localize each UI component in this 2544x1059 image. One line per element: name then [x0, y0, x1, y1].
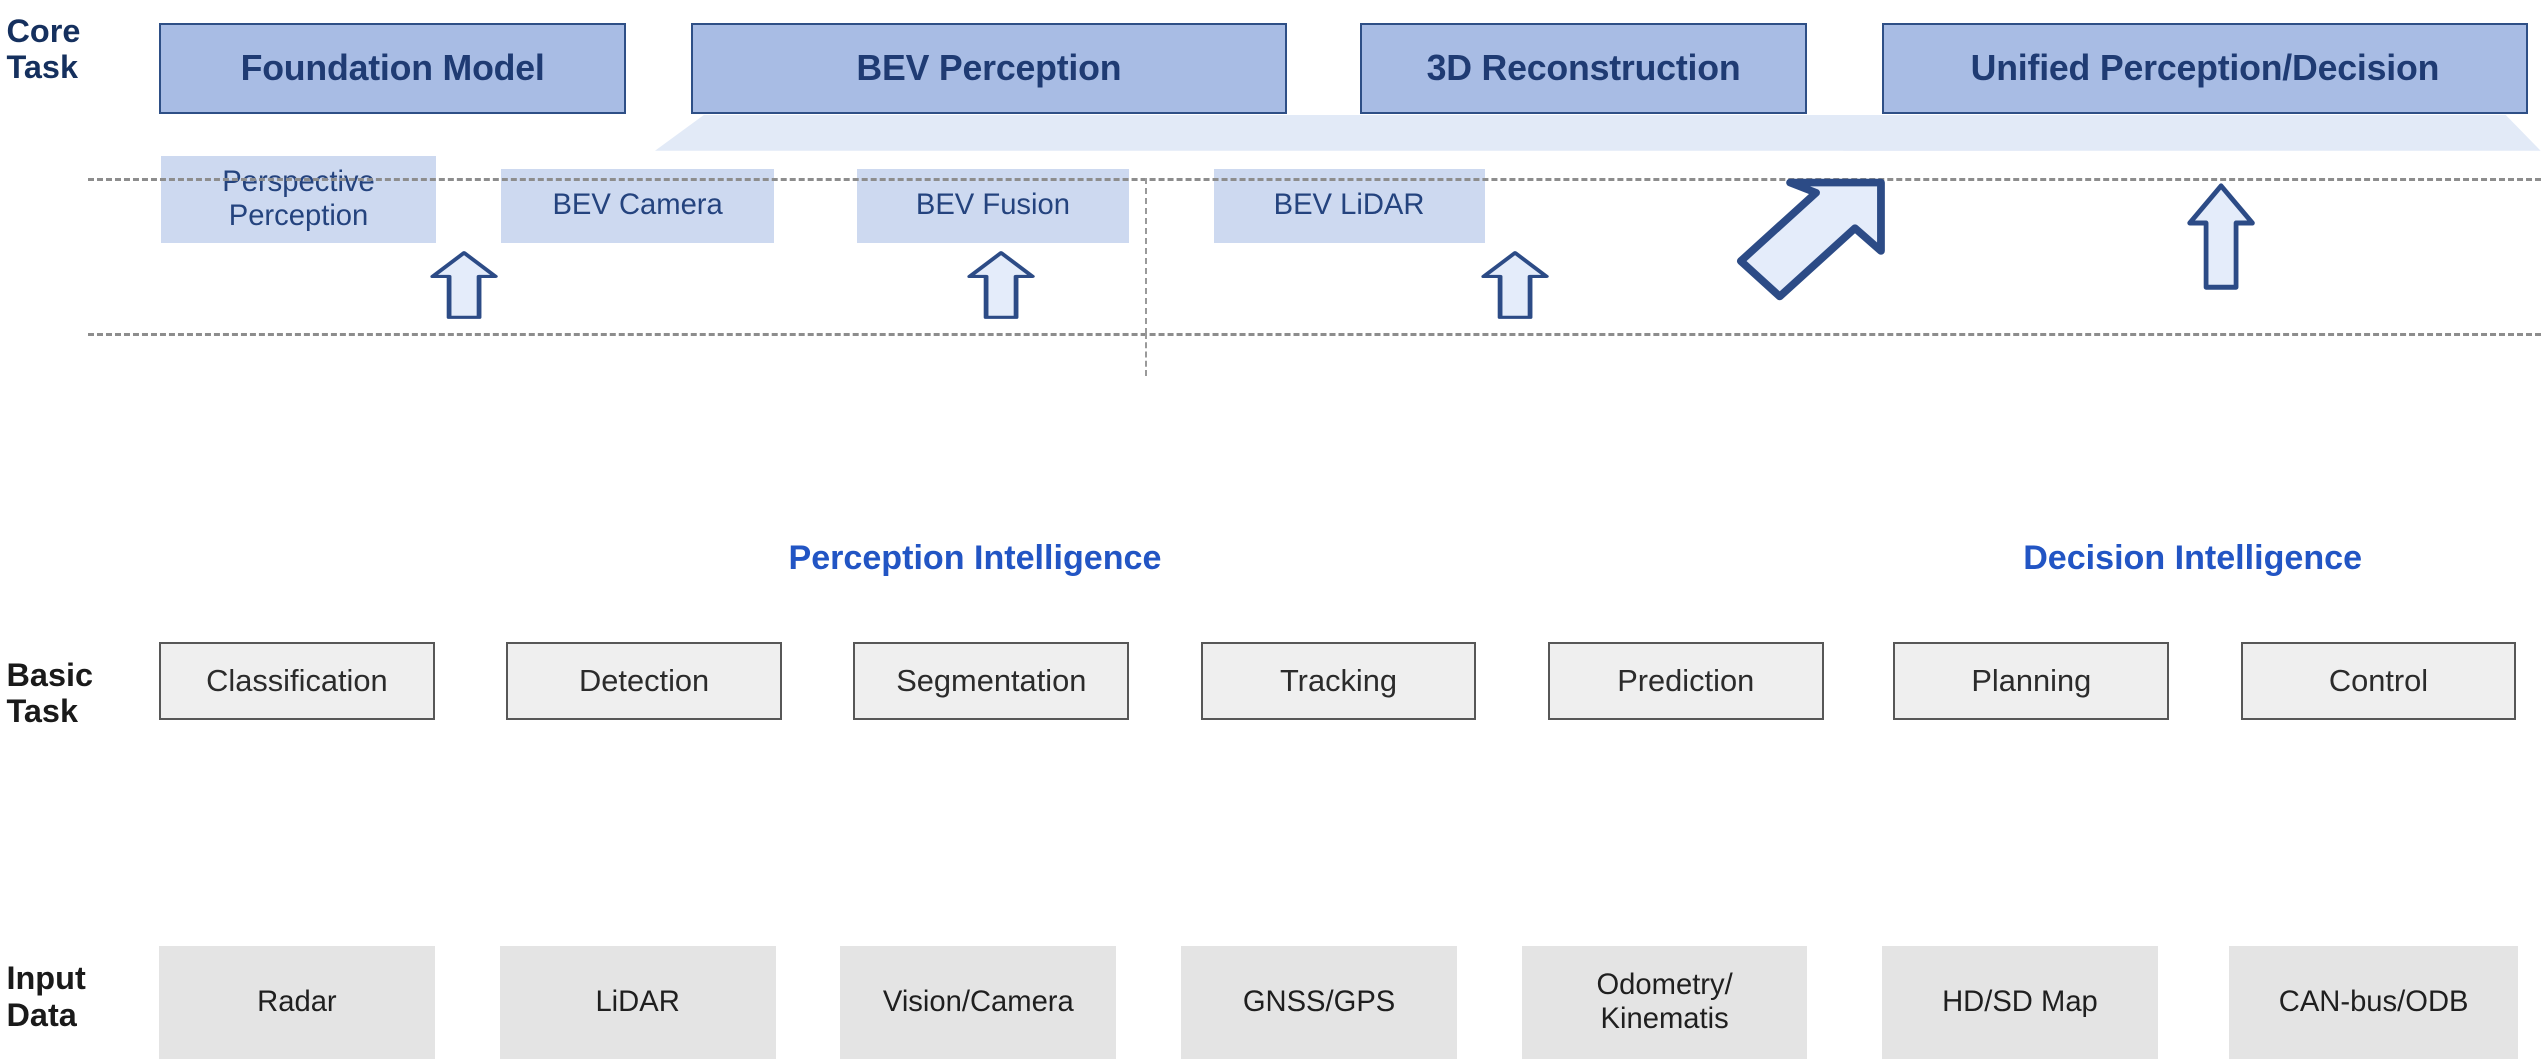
text-line: Perception [228, 199, 369, 232]
core-task-box-3d-reconstruction[interactable]: 3D Reconstruction [1359, 22, 1808, 114]
separator-perception-dashed [87, 178, 2541, 182]
input-data-box-radar[interactable]: Radar [159, 945, 435, 1059]
funnel-bev-perception [655, 115, 2051, 151]
row-label-basic-task: Basic Task [6, 657, 94, 730]
text-line: BEV Fusion [915, 189, 1070, 222]
basic-task-box-classification[interactable]: Classification [159, 642, 435, 721]
input-data-box-hd-sd-map[interactable]: HD/SD Map [1882, 945, 2158, 1059]
label-perception-intelligence: Perception Intelligence [788, 538, 1162, 577]
input-data-box-can-bus-odb[interactable]: CAN-bus/ODB [2229, 945, 2519, 1059]
sub-task-box-perspective-perception[interactable]: Perspective Perception [160, 155, 437, 244]
basic-task-box-detection[interactable]: Detection [506, 642, 783, 721]
arrow-up-decision-icon [2187, 183, 2255, 291]
text-line: BEV Camera [552, 189, 723, 222]
text-line: GNSS/GPS [1242, 985, 1396, 1018]
input-data-box-lidar[interactable]: LiDAR [499, 945, 776, 1059]
row-label-core-task: Core Task [6, 12, 81, 86]
basic-task-box-prediction[interactable]: Prediction [1547, 642, 1824, 721]
core-task-box-bev-perception[interactable]: BEV Perception [691, 22, 1287, 114]
funnel-unified [1843, 115, 2541, 151]
separator-vertical-upper [1145, 178, 1148, 335]
core-task-box-unified-perception-decision[interactable]: Unified Perception/Decision [1882, 22, 2528, 114]
text-line: Odometry/ [1596, 968, 1733, 1001]
text-line: Perspective [222, 166, 375, 199]
text-line: Radar [257, 985, 337, 1018]
diagram-canvas: Core Task Basic Task Input Data Foundati… [0, 0, 2544, 1059]
separator-basic-dashed [87, 332, 2541, 336]
basic-task-box-control[interactable]: Control [2240, 642, 2517, 721]
input-data-box-vision-camera[interactable]: Vision/Camera [840, 945, 1117, 1059]
arrow-diagonal-3d-reconstruction-icon [1733, 175, 1889, 302]
arrow-up-perspective-icon [430, 251, 498, 320]
core-task-box-foundation-model[interactable]: Foundation Model [159, 22, 627, 114]
text-line: Kinematis [1600, 1002, 1729, 1035]
input-data-box-odometry-kinematis[interactable]: Odometry/Kinematis [1521, 945, 1808, 1059]
basic-task-box-tracking[interactable]: Tracking [1200, 642, 1477, 721]
input-data-box-gnss-gps[interactable]: GNSS/GPS [1181, 945, 1457, 1059]
basic-task-box-planning[interactable]: Planning [1893, 642, 2170, 721]
basic-task-box-segmentation[interactable]: Segmentation [853, 642, 1130, 721]
text-line: CAN-bus/ODB [2278, 985, 2469, 1018]
text-line: LiDAR [595, 985, 680, 1018]
label-decision-intelligence: Decision Intelligence [2023, 538, 2363, 577]
text-line: Vision/Camera [882, 985, 1074, 1018]
arrow-up-bev-fusion-icon [1481, 251, 1550, 320]
separator-vertical-lower [1145, 332, 1148, 377]
text-line: HD/SD Map [1942, 985, 2098, 1018]
text-line: BEV LiDAR [1273, 189, 1425, 222]
arrow-up-bev-camera-icon [967, 251, 1035, 320]
row-label-input-data: Input Data [6, 960, 86, 1033]
